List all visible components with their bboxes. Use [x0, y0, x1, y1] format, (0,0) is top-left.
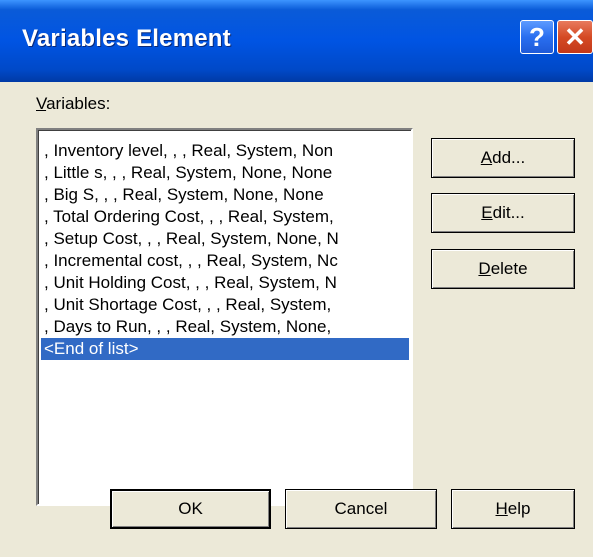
variables-label-text: ariables:	[46, 94, 111, 113]
variables-label: Variables:	[36, 94, 110, 114]
add-button-accel: A	[480, 148, 493, 167]
delete-button-label: elete	[490, 259, 528, 278]
list-item[interactable]: , Unit Holding Cost, , , Real, System, N	[41, 272, 409, 294]
variables-label-accel: V	[36, 94, 47, 113]
edit-button[interactable]: Edit...	[431, 193, 575, 233]
add-button[interactable]: Add...	[431, 138, 575, 178]
close-icon[interactable]: ✕	[557, 20, 593, 54]
delete-button-accel: D	[478, 259, 491, 278]
window-title: Variables Element	[22, 25, 231, 52]
list-item[interactable]: , Little s, , , Real, System, None, None	[41, 162, 409, 184]
title-bar[interactable]: Variables Element ? ✕	[0, 0, 593, 82]
variables-element-dialog: Variables Element ? ✕ Variables: , Inven…	[0, 0, 593, 557]
variables-listbox[interactable]: , Inventory level, , , Real, System, Non…	[36, 128, 413, 506]
help-button[interactable]: Help	[451, 489, 575, 529]
ok-button[interactable]: OK	[110, 489, 271, 529]
list-item[interactable]: , Setup Cost, , , Real, System, None, N	[41, 228, 409, 250]
list-item[interactable]: , Total Ordering Cost, , , Real, System,	[41, 206, 409, 228]
delete-button[interactable]: Delete	[431, 249, 575, 289]
help-button-accel: H	[495, 499, 508, 518]
list-item[interactable]: , Big S, , , Real, System, None, None	[41, 184, 409, 206]
edit-button-label: dit...	[492, 203, 525, 222]
list-item[interactable]: , Incremental cost, , , Real, System, Nc	[41, 250, 409, 272]
cancel-button[interactable]: Cancel	[285, 489, 437, 529]
list-item[interactable]: , Unit Shortage Cost, , , Real, System,	[41, 294, 409, 316]
edit-button-accel: E	[481, 203, 493, 222]
help-button-label: elp	[507, 499, 531, 518]
list-item[interactable]: , Days to Run, , , Real, System, None,	[41, 316, 409, 338]
list-item-end-of-list[interactable]: <End of list>	[41, 338, 409, 360]
help-question-icon[interactable]: ?	[520, 20, 554, 54]
add-button-label: dd...	[492, 148, 526, 167]
list-item[interactable]: , Inventory level, , , Real, System, Non	[41, 140, 409, 162]
